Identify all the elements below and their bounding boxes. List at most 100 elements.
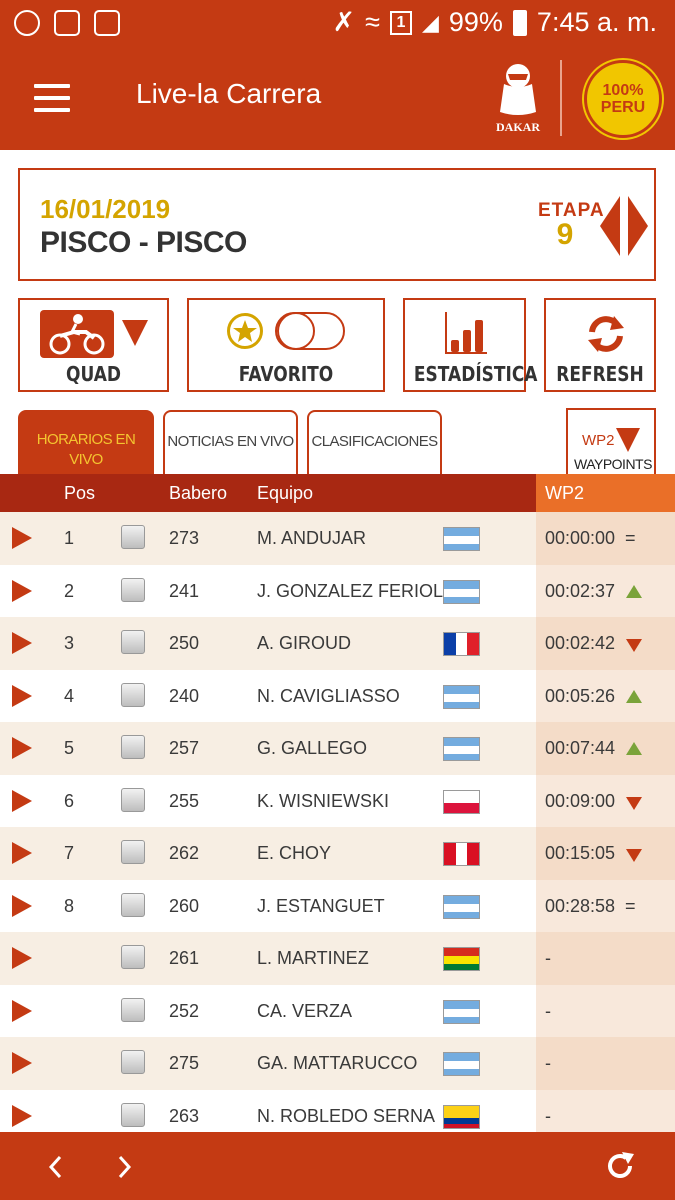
equipo-cell: K. WISNIEWSKI bbox=[257, 790, 390, 811]
table-row[interactable]: 8 260 J. ESTANGUET 00:28:58 = bbox=[0, 879, 675, 932]
tab-noticias-en-vivo[interactable]: NOTICIAS EN VIVO bbox=[163, 410, 298, 474]
play-icon[interactable] bbox=[12, 1052, 32, 1074]
table-row[interactable]: 2 241 J. GONZALEZ FERIOLI 00:02:37 bbox=[0, 564, 675, 617]
refresh-icon[interactable] bbox=[602, 1148, 638, 1184]
tab-horarios-en-vivo[interactable]: HORARIOS EN VIVO bbox=[18, 410, 154, 474]
equipo-cell: J. GONZALEZ FERIOLI bbox=[257, 580, 449, 601]
equipo-cell: GA. MATTARUCCO bbox=[257, 1053, 418, 1073]
babero-cell: 263 bbox=[169, 1105, 200, 1126]
equipo-cell: A. GIROUD bbox=[257, 633, 352, 653]
favorite-checkbox[interactable] bbox=[121, 630, 145, 654]
estadistica-label: ESTADÍSTICA bbox=[413, 362, 538, 386]
column-equipo: Equipo bbox=[257, 483, 314, 503]
argentina-flag-icon bbox=[443, 527, 480, 551]
pos-cell: 5 bbox=[64, 738, 75, 758]
play-icon[interactable] bbox=[12, 737, 32, 759]
babero-cell: 260 bbox=[169, 895, 200, 916]
peru-logo-text: 100% PERU bbox=[600, 82, 646, 116]
favorito-label: FAVORITO bbox=[238, 362, 334, 386]
next-stage-icon[interactable] bbox=[628, 196, 648, 256]
favorite-checkbox[interactable] bbox=[121, 945, 145, 969]
play-icon[interactable] bbox=[12, 947, 32, 969]
equipo-cell: N. CAVIGLIASSO bbox=[257, 685, 400, 706]
wp-cell-bg bbox=[536, 932, 675, 985]
refresh-icon bbox=[588, 316, 624, 352]
favorite-checkbox[interactable] bbox=[121, 735, 145, 759]
hamburger-icon[interactable] bbox=[34, 84, 70, 112]
favorite-checkbox[interactable] bbox=[121, 840, 145, 864]
favorite-checkbox[interactable] bbox=[121, 997, 145, 1022]
play-icon[interactable] bbox=[12, 894, 32, 917]
equipo-cell: L. MARTINEZ bbox=[257, 948, 369, 968]
results-table: 1 273 M. ANDUJAR 00:00:00 = 2 241 J. GONZALEZ F… bbox=[0, 512, 675, 1142]
pos-cell: 3 bbox=[64, 633, 75, 653]
play-icon[interactable] bbox=[12, 842, 32, 864]
clock: 7:45 a. m. bbox=[536, 7, 657, 37]
favorite-checkbox[interactable] bbox=[121, 525, 145, 549]
previous-stage-icon[interactable] bbox=[600, 196, 620, 256]
play-icon[interactable] bbox=[12, 579, 32, 602]
favorite-checkbox[interactable] bbox=[121, 1050, 145, 1074]
time-cell: 00:02:37 bbox=[545, 580, 616, 601]
equipo-cell: G. GALLEGO bbox=[257, 738, 368, 758]
app-bar: Live-la Carrera DAKAR 100% PERU bbox=[0, 48, 675, 150]
app-title: Live-la Carrera bbox=[136, 78, 322, 109]
refresh-button[interactable]: REFRESH bbox=[544, 298, 656, 392]
table-row[interactable]: 7 262 E. CHOY 00:15:05 bbox=[0, 827, 675, 880]
dakar-logo-text: DAKAR bbox=[496, 120, 540, 134]
table-row[interactable]: 1 273 M. ANDUJAR 00:00:00 = bbox=[0, 512, 675, 565]
babero-cell: 241 bbox=[169, 580, 200, 601]
table-row[interactable]: 3 250 A. GIROUD 00:02:42 bbox=[0, 617, 675, 670]
messenger-icon bbox=[14, 10, 40, 36]
table-row[interactable]: 275 GA. MATTARUCCO - bbox=[0, 1037, 675, 1090]
logo-divider bbox=[560, 60, 562, 136]
table-row[interactable]: 252 CA. VERZA - bbox=[0, 984, 675, 1037]
table-row[interactable]: 261 L. MARTINEZ - bbox=[0, 932, 675, 985]
play-icon[interactable] bbox=[12, 527, 32, 549]
tab-clasificaciones[interactable]: CLASIFICACIONES bbox=[307, 410, 442, 474]
favorite-checkbox[interactable] bbox=[121, 682, 145, 707]
time-cell: - bbox=[545, 1053, 551, 1073]
table-row[interactable]: 4 240 N. CAVIGLIASSO 00:05:26 bbox=[0, 669, 675, 722]
battery-icon bbox=[512, 9, 527, 36]
time-cell: - bbox=[545, 1000, 551, 1021]
column-pos: Pos bbox=[64, 483, 96, 503]
poland-flag-icon bbox=[443, 789, 480, 814]
argentina-flag-icon bbox=[443, 737, 480, 761]
babero-cell: 257 bbox=[169, 738, 200, 758]
chevron-left-icon[interactable] bbox=[44, 1152, 68, 1182]
favorite-checkbox[interactable] bbox=[121, 892, 145, 917]
trend-down-icon bbox=[626, 849, 642, 862]
chevron-down-icon bbox=[616, 428, 640, 452]
argentina-flag-icon bbox=[443, 999, 480, 1024]
table-row[interactable]: 6 255 K. WISNIEWSKI 00:09:00 bbox=[0, 774, 675, 827]
favorite-toggle[interactable] bbox=[275, 312, 345, 350]
favorite-checkbox[interactable] bbox=[121, 577, 145, 602]
quad-category-button[interactable]: QUAD bbox=[18, 298, 169, 392]
tab-label: NOTICIAS EN VIVO bbox=[167, 433, 294, 450]
favorite-checkbox[interactable] bbox=[121, 1102, 145, 1127]
colombia-flag-icon bbox=[443, 1104, 480, 1129]
signal-icon: ◢ bbox=[421, 9, 439, 35]
chevron-down-icon bbox=[122, 320, 148, 346]
chevron-right-icon[interactable] bbox=[112, 1152, 136, 1182]
wp-cell-bg bbox=[536, 984, 675, 1037]
waypoints-selector[interactable]: WP2 WAYPOINTS bbox=[566, 408, 656, 474]
etapa-number: 9 bbox=[556, 218, 574, 251]
dakar-logo: DAKAR bbox=[496, 64, 540, 134]
table-row[interactable]: 5 257 G. GALLEGO 00:07:44 bbox=[0, 722, 675, 775]
time-cell: 00:15:05 bbox=[545, 843, 616, 863]
babero-cell: 262 bbox=[169, 843, 200, 863]
column-wp: WP2 bbox=[536, 474, 675, 512]
play-icon[interactable] bbox=[12, 999, 32, 1022]
argentina-flag-icon bbox=[443, 684, 480, 709]
play-icon[interactable] bbox=[12, 789, 32, 812]
equipo-cell: J. ESTANGUET bbox=[257, 895, 385, 916]
play-icon[interactable] bbox=[12, 684, 32, 707]
play-icon[interactable] bbox=[12, 632, 32, 654]
star-icon bbox=[227, 313, 263, 349]
play-icon[interactable] bbox=[12, 1104, 32, 1127]
statistics-button[interactable]: ESTADÍSTICA bbox=[403, 298, 538, 392]
favorite-checkbox[interactable] bbox=[121, 787, 145, 812]
babero-cell: 275 bbox=[169, 1053, 200, 1073]
